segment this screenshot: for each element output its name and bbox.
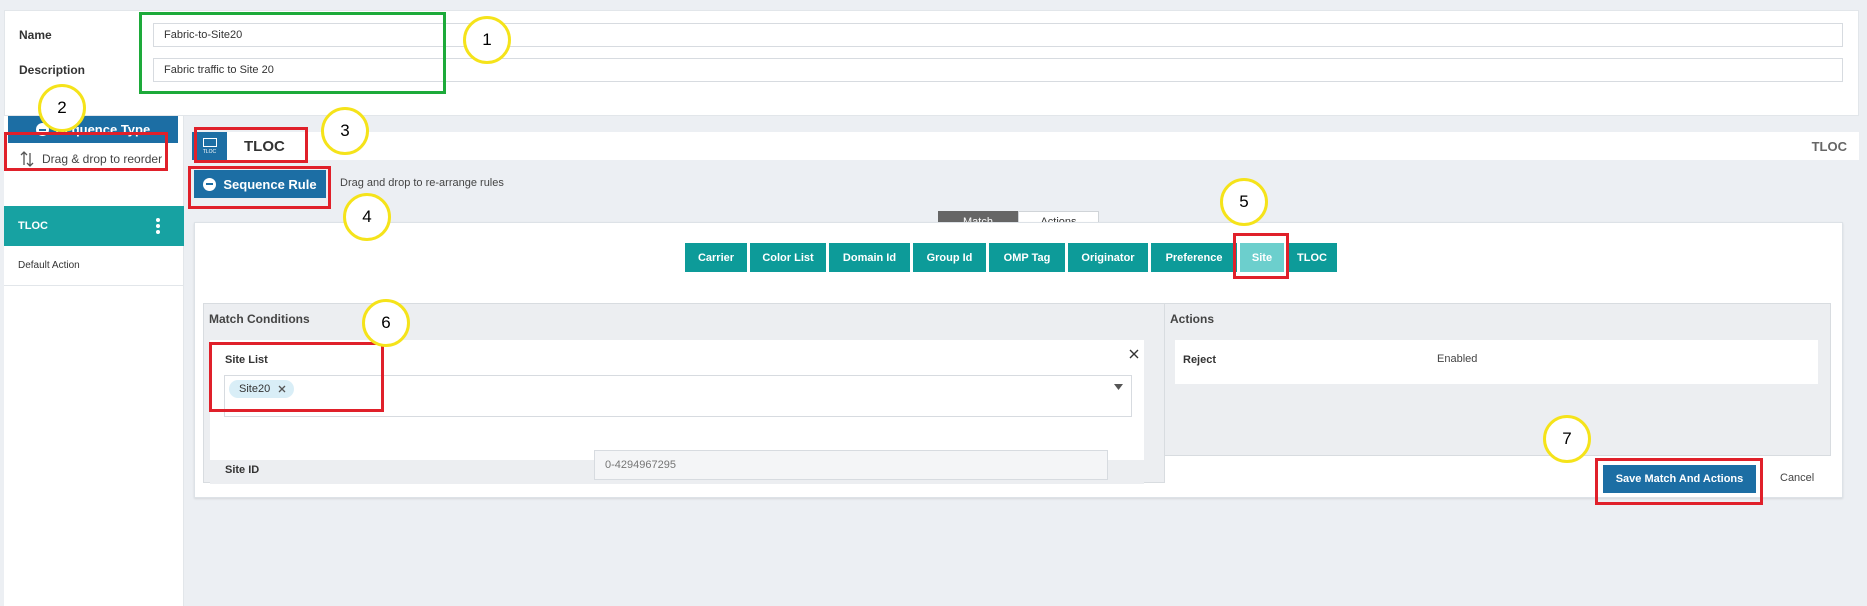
sequence-sidebar: Sequence Type Drag & drop to reorder TLO… xyxy=(4,116,184,606)
annotation-marker-4: 4 xyxy=(343,193,391,241)
originator-button[interactable]: Originator xyxy=(1068,243,1148,272)
sidebar-item-default-action[interactable]: Default Action xyxy=(4,246,184,286)
annotation-marker-1: 1 xyxy=(463,16,511,64)
tloc-button[interactable]: TLOC xyxy=(1287,243,1337,272)
site-id-input[interactable] xyxy=(594,450,1108,480)
annotation-box-tloc xyxy=(194,127,308,163)
cancel-button[interactable]: Cancel xyxy=(1780,472,1814,484)
annotation-box-save xyxy=(1595,458,1763,505)
color-list-button[interactable]: Color List xyxy=(750,243,826,272)
kebab-menu-icon[interactable] xyxy=(156,218,160,234)
sequence-type-tag: TLOC xyxy=(1811,139,1847,154)
annotation-box-site-list xyxy=(209,342,384,412)
drag-rules-hint: Drag and drop to re-arrange rules xyxy=(340,177,504,189)
group-id-button[interactable]: Group Id xyxy=(913,243,986,272)
annotation-box-site xyxy=(1233,233,1289,279)
preference-button[interactable]: Preference xyxy=(1151,243,1237,272)
action-label: Reject xyxy=(1183,354,1217,366)
sequence-header-bar: TLOC TLOC TLOC xyxy=(192,132,1859,160)
name-label: Name xyxy=(19,28,52,42)
action-value: Enabled xyxy=(1437,353,1478,365)
actions-title: Actions xyxy=(1170,312,1215,326)
sidebar-item-label: TLOC xyxy=(18,220,48,232)
annotation-marker-3: 3 xyxy=(321,107,369,155)
description-label: Description xyxy=(19,63,86,77)
annotation-box-name-description xyxy=(139,12,446,94)
action-row: Reject Enabled xyxy=(1175,340,1818,384)
sidebar-item-tloc[interactable]: TLOC xyxy=(4,206,184,246)
close-icon[interactable] xyxy=(1128,348,1140,360)
chevron-down-icon[interactable] xyxy=(1114,384,1123,390)
omp-tag-button[interactable]: OMP Tag xyxy=(989,243,1065,272)
actions-panel: Actions Reject Enabled xyxy=(1164,303,1831,456)
annotation-marker-7: 7 xyxy=(1543,415,1591,463)
carrier-button[interactable]: Carrier xyxy=(685,243,747,272)
sidebar-item-label: Default Action xyxy=(18,260,80,271)
site-id-condition: Site ID xyxy=(210,450,1144,484)
match-conditions-title: Match Conditions xyxy=(209,312,310,326)
domain-id-button[interactable]: Domain Id xyxy=(829,243,910,272)
annotation-box-sequence-rule xyxy=(188,166,331,209)
annotation-marker-5: 5 xyxy=(1220,178,1268,226)
annotation-marker-6: 6 xyxy=(362,299,410,347)
annotation-marker-2: 2 xyxy=(38,84,86,132)
annotation-box-sequence-type xyxy=(4,132,168,171)
site-id-label: Site ID xyxy=(225,464,260,476)
